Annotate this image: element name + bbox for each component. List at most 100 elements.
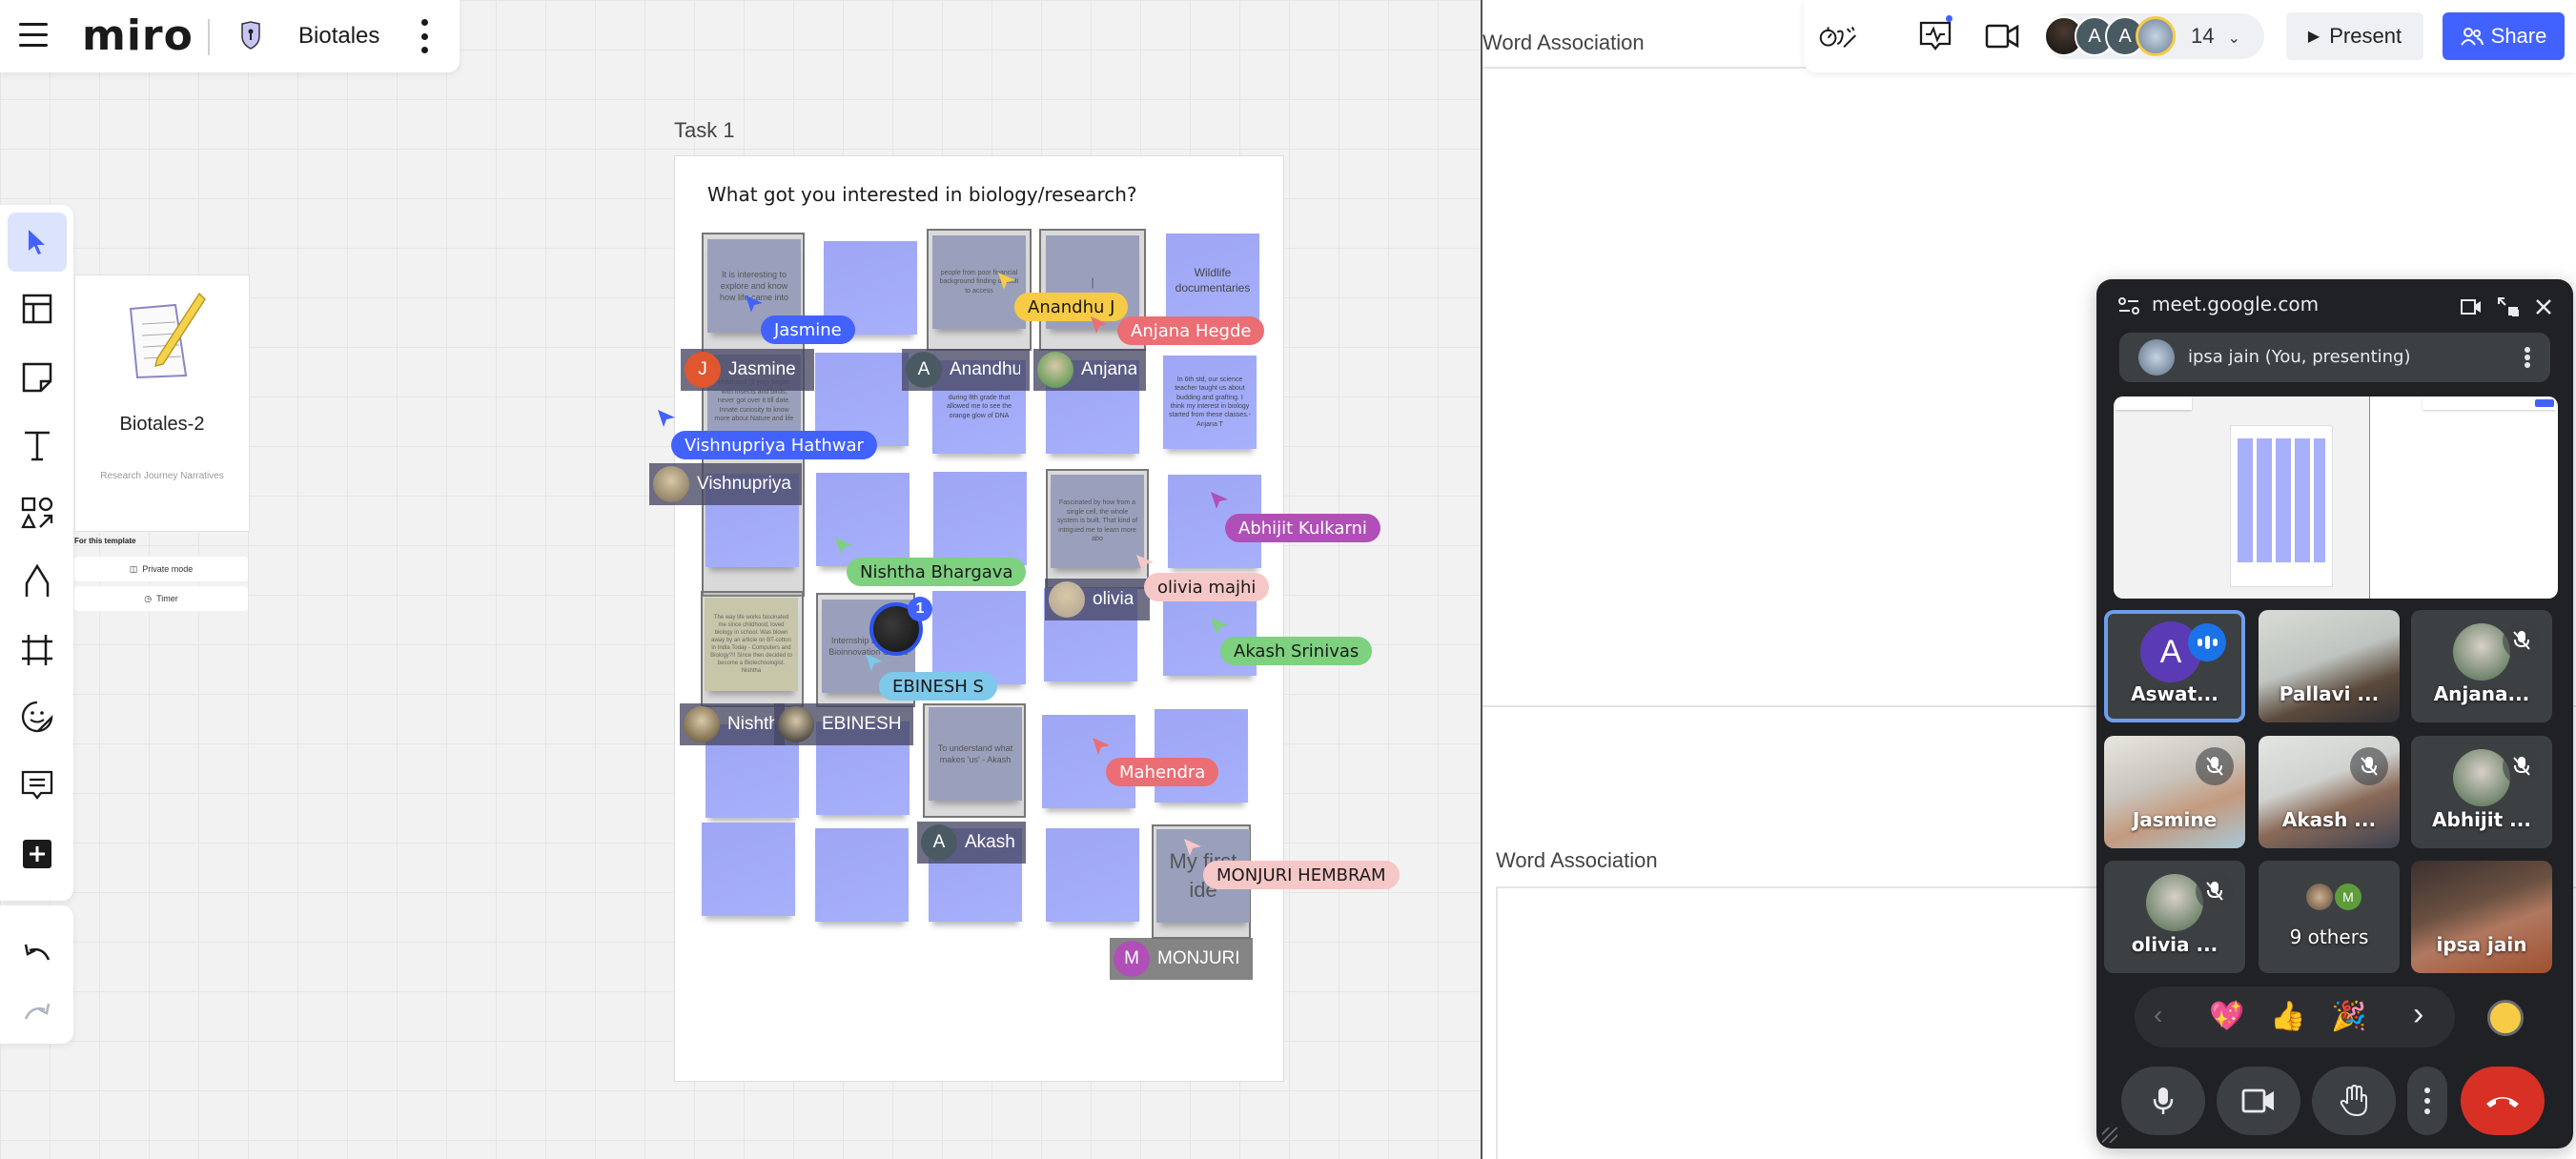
more-apps-tool[interactable] [8, 824, 67, 884]
comment-bubble[interactable]: 1 [869, 597, 932, 656]
board-menu-icon[interactable] [419, 19, 429, 53]
camera-toggle-icon[interactable] [2461, 298, 2482, 315]
video-call-button[interactable] [1983, 17, 2021, 55]
undo-button[interactable] [8, 923, 67, 982]
participant-avatar [2146, 874, 2203, 931]
participant-avatar: M [2335, 884, 2361, 910]
presenting-banner[interactable]: ipsa jain (You, presenting) [2119, 333, 2550, 382]
miro-logo[interactable]: miro [82, 11, 194, 60]
participant-name: Anjana... [2433, 682, 2530, 705]
frame-tool[interactable] [8, 620, 67, 680]
participant-name: olivia ... [2131, 933, 2218, 956]
redo-button[interactable] [8, 982, 67, 1041]
presenting-more-icon[interactable] [2512, 342, 2543, 373]
shapes-tool[interactable] [8, 483, 67, 542]
sticky-note[interactable] [1155, 709, 1248, 803]
sticky-note[interactable] [932, 591, 1026, 684]
site-settings-icon[interactable] [2117, 296, 2140, 315]
editor-avatar: M [1114, 941, 1150, 977]
pen-tool[interactable] [8, 552, 67, 611]
editor-tag: A Anandhu [902, 349, 1030, 391]
reaction-thumbs-up[interactable]: 👍 [2270, 1000, 2305, 1033]
cursor-pointer-icon [835, 538, 852, 555]
editor-tag: Nishtha [680, 703, 785, 745]
reaction-sparkling-heart[interactable]: 💖 [2209, 1000, 2244, 1033]
screen-share-preview[interactable] [2114, 396, 2558, 599]
participant-tile[interactable]: Abhijit ... [2411, 736, 2552, 848]
private-board-shield-icon[interactable] [240, 21, 261, 50]
private-mode-label: Private mode [142, 564, 194, 574]
editor-avatar [1037, 352, 1073, 388]
share-button[interactable]: Share [2443, 12, 2565, 60]
comment-icon [21, 770, 53, 800]
cursor-pointer-icon [1211, 492, 1228, 509]
timer-button[interactable]: ◷ Timer [74, 586, 248, 611]
cursor-name-label: Vishnupriya Hathwar [671, 431, 877, 459]
template-card[interactable]: Biotales-2 Research Journey Narratives [74, 274, 250, 532]
present-button[interactable]: ▶ Present [2286, 12, 2423, 60]
participant-tile[interactable]: ipsa jain [2411, 861, 2552, 973]
participant-tile[interactable]: olivia ... [2104, 861, 2245, 973]
text-tool[interactable] [8, 417, 67, 476]
frame-question[interactable]: What got you interested in biology/resea… [707, 183, 1137, 206]
activity-button[interactable] [1916, 15, 1954, 55]
participant-tile[interactable]: M 9 others [2259, 861, 2400, 973]
sticky-note[interactable]: Wildlife documentaries [1166, 234, 1259, 327]
reaction-party-popper[interactable]: 🎉 [2331, 1000, 2366, 1033]
editor-name: Vishnupriya [697, 474, 791, 494]
video-camera-icon [1985, 24, 2019, 49]
participant-tile[interactable]: A Aswat... [2104, 610, 2245, 722]
sticker-tool[interactable] [8, 687, 67, 746]
separator [208, 19, 210, 55]
participant-avatar [2306, 884, 2333, 910]
preview-divider [2369, 396, 2370, 599]
participant-tile[interactable]: Akash ... [2259, 736, 2400, 848]
preview-stickies [2238, 438, 2325, 562]
sticky-note[interactable] [1046, 828, 1139, 922]
camera-button[interactable] [2217, 1067, 2300, 1135]
editor-tag: EBINESH [774, 703, 913, 745]
more-options-button[interactable] [2407, 1067, 2447, 1135]
templates-tool[interactable] [8, 279, 67, 338]
cursor-name-label: Mahendra [1106, 758, 1219, 786]
reactions-next-icon[interactable]: › [2413, 996, 2423, 1033]
participant-tile[interactable]: Pallavi ... [2259, 610, 2400, 722]
cursor-pointer-icon [1211, 618, 1228, 635]
collaborator-count[interactable]: 14 ⌄ [2191, 24, 2240, 49]
back-to-tab-icon[interactable] [2497, 296, 2520, 317]
participant-name: ipsa jain [2436, 933, 2527, 956]
close-icon[interactable] [2535, 298, 2552, 315]
frame-label[interactable]: Task 1 [674, 118, 735, 143]
resize-handle[interactable] [2102, 1128, 2117, 1143]
participant-avatar [2453, 623, 2510, 681]
cursor-name-label: Nishtha Bhargava [847, 558, 1027, 586]
sticky-note[interactable] [815, 828, 909, 922]
raise-hand-button[interactable] [2312, 1067, 2396, 1135]
comment-tool[interactable] [8, 756, 67, 815]
cursor-pointer-icon [998, 273, 1015, 290]
meet-url: meet.google.com [2152, 293, 2320, 315]
hamburger-icon[interactable] [19, 23, 48, 48]
sticky-note[interactable]: The way life works fascinated me since c… [705, 598, 798, 691]
reactions-prev-icon[interactable]: ‹ [2154, 1000, 2162, 1030]
cursor-pointer-icon [1093, 738, 1110, 755]
select-tool[interactable] [8, 213, 67, 272]
end-call-button[interactable] [2461, 1067, 2545, 1135]
participant-tile[interactable]: Anjana... [2411, 610, 2552, 722]
sticky-note[interactable] [702, 823, 795, 916]
editor-avatar [684, 706, 720, 742]
sticky-note[interactable]: To understand what makes 'us' - Akash [929, 707, 1022, 801]
private-mode-button[interactable]: ◫ Private mode [74, 557, 248, 581]
sticky-note[interactable] [816, 473, 910, 566]
current-user-avatar[interactable] [2136, 16, 2176, 56]
timer-reactions-button[interactable] [1819, 17, 1857, 55]
sticky-note[interactable]: In 6th std, our science teacher taught u… [1163, 356, 1257, 449]
board-name[interactable]: Biotales [298, 23, 379, 50]
sticky-note[interactable] [933, 472, 1027, 565]
sticky-note[interactable]: Fascinated by how from a single cell, th… [1051, 475, 1144, 568]
editor-tag: J Jasmine [681, 349, 814, 391]
skin-tone-selector[interactable] [2487, 1000, 2524, 1036]
sticky-note-tool[interactable] [8, 348, 67, 407]
participant-tile[interactable]: Jasmine [2104, 736, 2245, 848]
mic-button[interactable] [2121, 1067, 2205, 1135]
